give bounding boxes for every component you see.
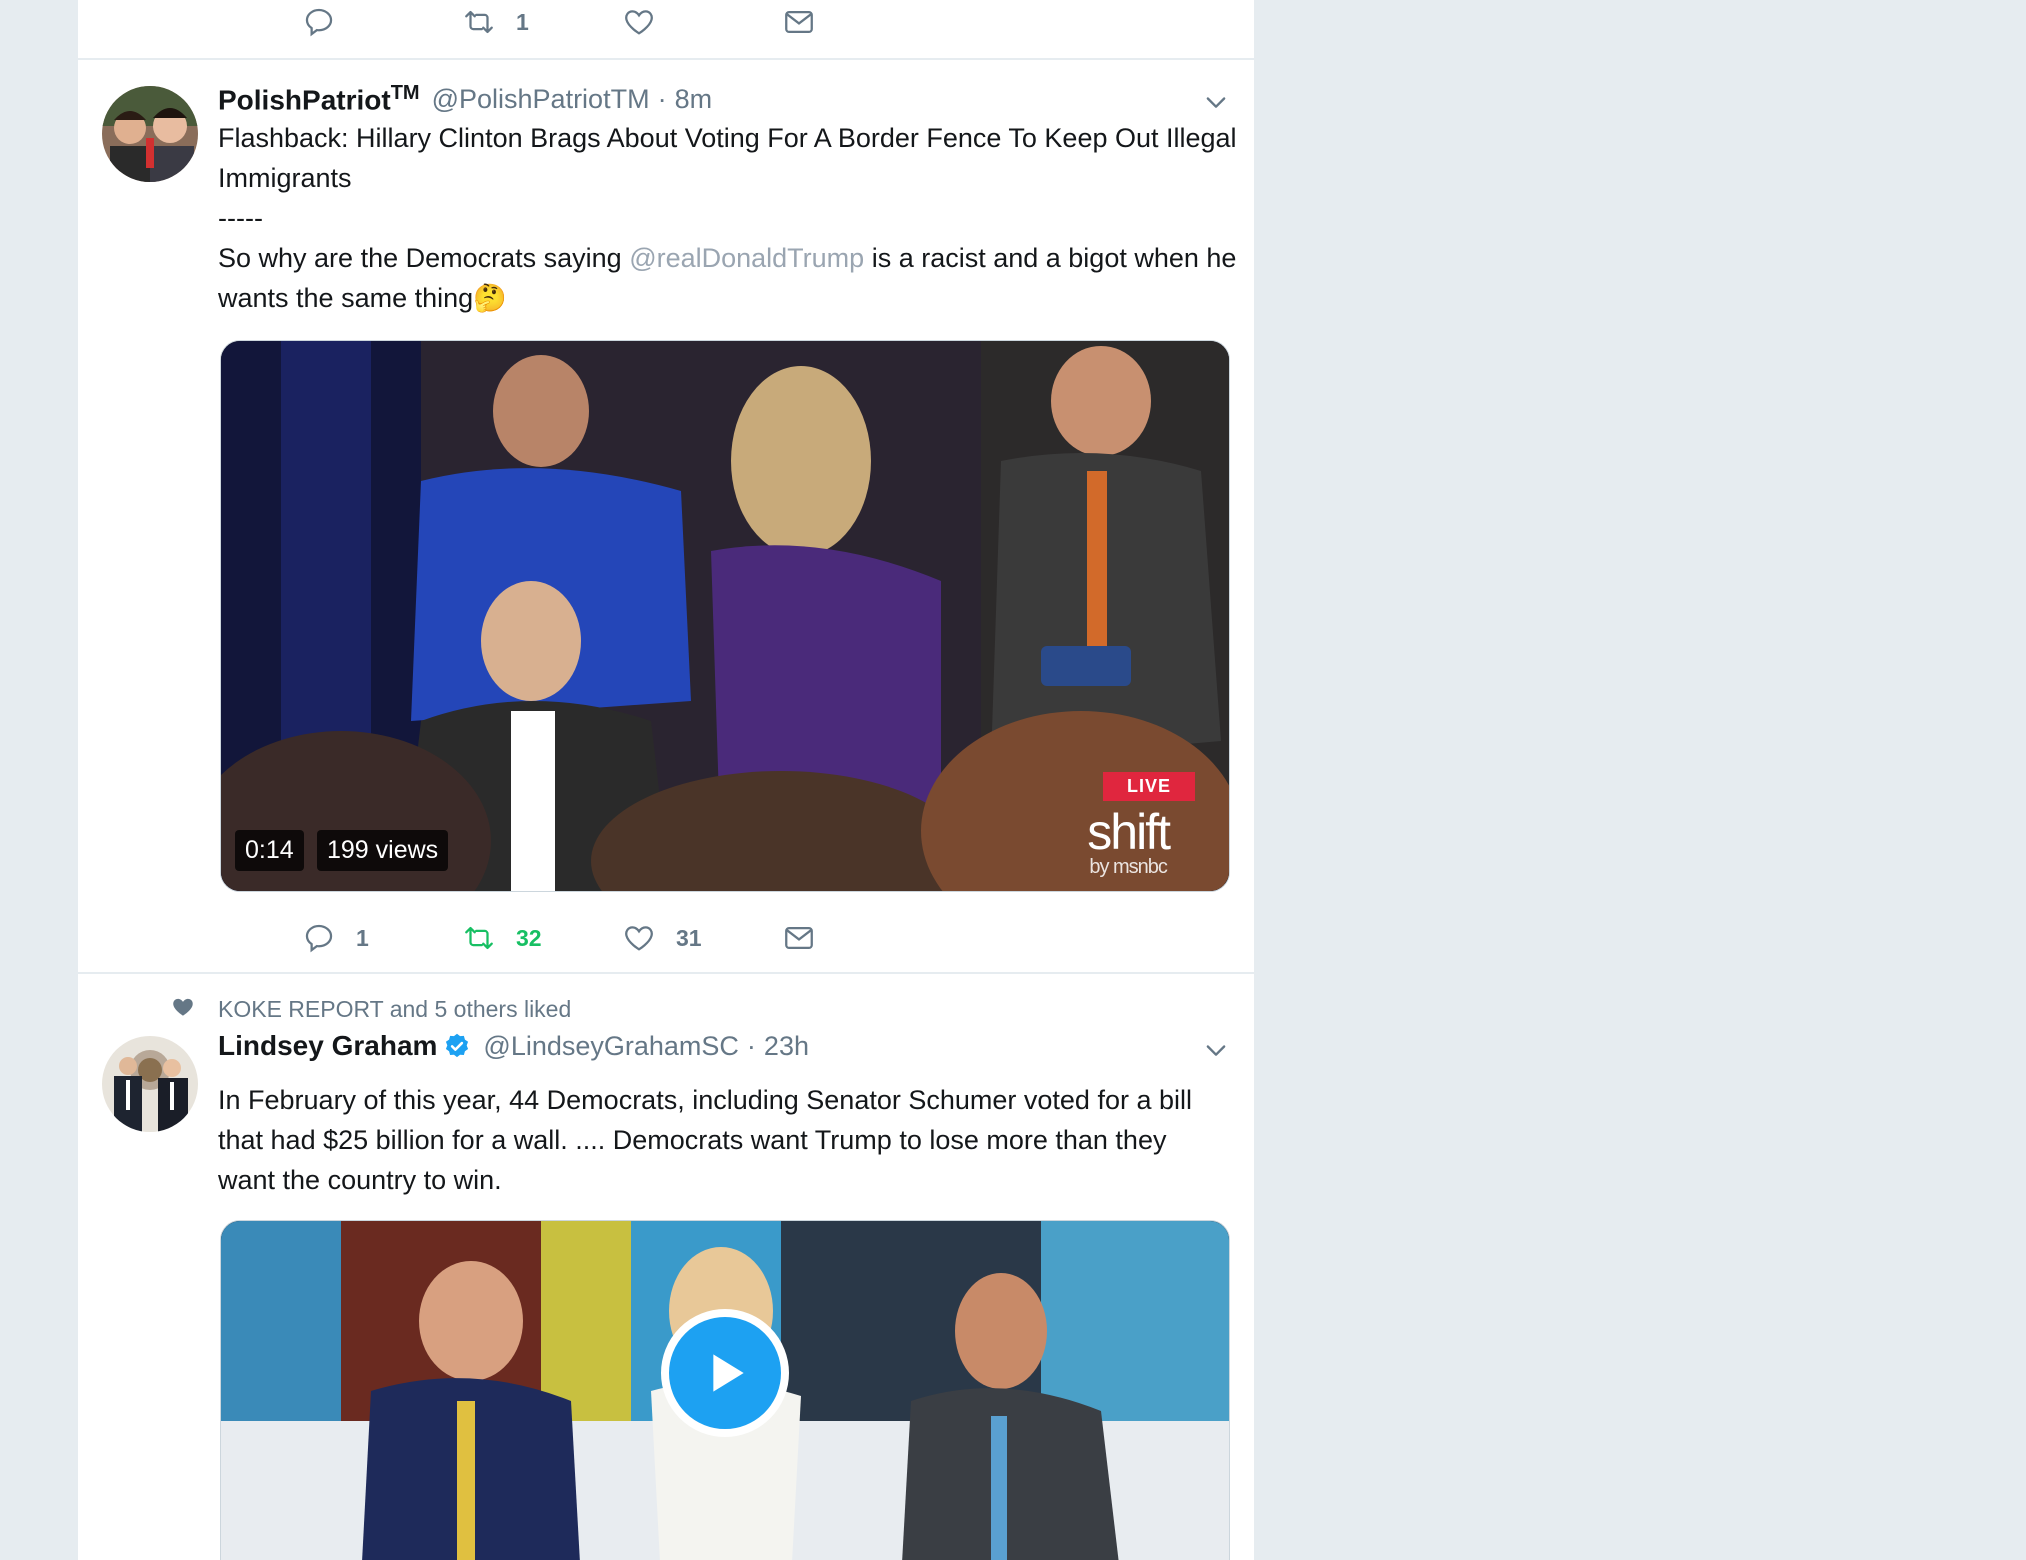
like-button[interactable] (622, 0, 656, 44)
tweet-header: Lindsey Graham @LindseyGrahamSC · 23h (218, 1030, 809, 1062)
logo-sub-text: by msnbc (1089, 856, 1168, 878)
tweet[interactable]: PolishPatriotTM @PolishPatriotTM · 8m Fl… (78, 60, 1254, 972)
like-button[interactable]: 31 (622, 916, 702, 960)
tweet-text: In February of this year, 44 Democrats, … (218, 1085, 1192, 1195)
video-player[interactable]: 0:14 199 views LIVE shift by msnbc (220, 340, 1230, 892)
tweet-text-dashes: ----- (218, 203, 263, 233)
like-count: 31 (676, 924, 702, 951)
tweet-text: Flashback: Hillary Clinton Brags About V… (218, 118, 1238, 318)
retweet-count: 1 (516, 8, 529, 35)
reply-icon (305, 924, 333, 953)
chevron-down-icon[interactable] (1202, 88, 1230, 116)
reply-icon (305, 8, 333, 37)
live-label: LIVE (1102, 772, 1195, 801)
thinking-emoji: 🤔 (473, 283, 507, 313)
retweet-count: 32 (516, 924, 542, 951)
retweet-button[interactable]: 1 (462, 0, 529, 44)
avatar-image (102, 86, 198, 182)
separator: · (746, 1030, 756, 1061)
heart-icon (173, 998, 193, 1016)
direct-message-button[interactable] (782, 916, 816, 960)
social-context-text: KOKE REPORT and 5 others liked (218, 996, 572, 1022)
timeline: 1 PolishPatriotTM @PolishPatriotTM · 8m … (78, 0, 1254, 1560)
social-context[interactable]: KOKE REPORT and 5 others liked (173, 996, 572, 1023)
play-button[interactable] (661, 1309, 789, 1437)
mention-link[interactable]: @realDonaldTrump (629, 243, 864, 273)
heart-icon (625, 10, 653, 35)
display-name[interactable]: PolishPatriotTM (218, 82, 420, 116)
retweet-icon (465, 926, 493, 950)
video-views: 199 views (317, 830, 449, 871)
verified-badge-icon (446, 1033, 469, 1058)
reply-button[interactable] (302, 0, 336, 44)
heart-icon (625, 926, 653, 951)
retweet-button[interactable]: 32 (462, 916, 542, 960)
envelope-icon (785, 926, 813, 950)
username[interactable]: @LindseyGrahamSC (483, 1031, 739, 1062)
envelope-icon (785, 10, 813, 34)
tweet-header: PolishPatriotTM @PolishPatriotTM · 8m (218, 82, 712, 116)
video-duration: 0:14 (235, 830, 304, 871)
separator: · (657, 83, 667, 114)
tweet-text-question: So why are the Democrats saying @realDon… (218, 238, 1238, 318)
video-player[interactable] (220, 1220, 1230, 1560)
display-name[interactable]: Lindsey Graham (218, 1030, 437, 1062)
direct-message-button[interactable] (782, 0, 816, 44)
reply-button[interactable]: 1 (302, 916, 369, 960)
tweet[interactable]: KOKE REPORT and 5 others liked Lindsey G… (78, 974, 1254, 1560)
reply-count: 1 (356, 924, 369, 951)
display-name-text: PolishPatriot (218, 84, 391, 116)
tweet-text-line: Flashback: Hillary Clinton Brags About V… (218, 123, 1237, 193)
video-frame (221, 341, 1229, 891)
timestamp[interactable]: 23h (764, 1031, 809, 1062)
avatar[interactable] (102, 86, 198, 182)
avatar[interactable] (102, 1036, 198, 1132)
name-suffix: TM (390, 82, 420, 104)
avatar-image (102, 1036, 198, 1132)
tweet-text-part: So why are the Democrats saying (218, 243, 630, 273)
username[interactable]: @PolishPatriotTM (432, 84, 650, 115)
play-icon (713, 1354, 744, 1392)
chevron-down-icon[interactable] (1202, 1036, 1230, 1064)
retweet-icon (465, 10, 493, 34)
timestamp[interactable]: 8m (675, 84, 713, 115)
logo-main-text: shift (1087, 804, 1171, 860)
shift-msnbc-logo: shift by msnbc (1087, 804, 1171, 878)
